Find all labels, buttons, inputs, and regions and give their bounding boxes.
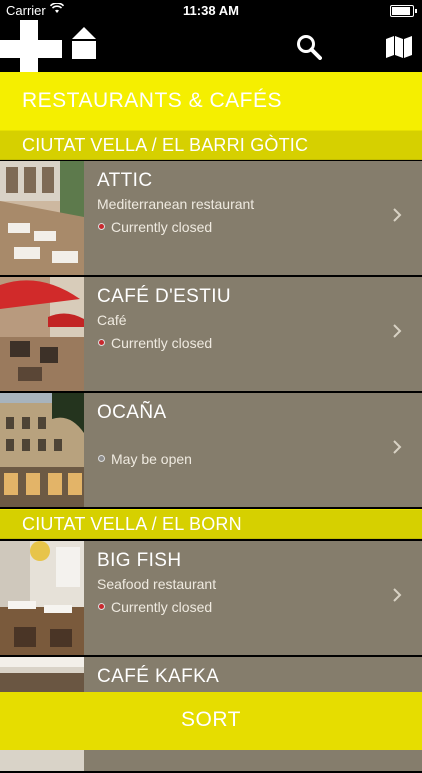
status-dot-icon <box>98 223 105 230</box>
status-text: Currently closed <box>111 599 213 615</box>
item-name: CAFÉ D'ESTIU <box>97 286 232 307</box>
section-header-el-born: CIUTAT VELLA / EL BORN <box>0 509 422 539</box>
restaurant-photo <box>0 277 84 391</box>
status-text: Currently closed <box>111 219 213 235</box>
status-text: May be open <box>111 451 192 467</box>
status-bar: Carrier 11:38 AM <box>0 0 422 22</box>
item-status: Currently closed <box>97 335 212 351</box>
clock: 11:38 AM <box>183 3 239 18</box>
section-title: CIUTAT VELLA / EL BARRI GÒTIC <box>22 135 309 155</box>
chevron-right-icon <box>393 588 402 602</box>
battery-icon <box>390 5 417 17</box>
sort-button[interactable]: SORT <box>0 692 422 750</box>
status-dot-icon <box>98 603 105 610</box>
item-status: Currently closed <box>97 599 212 615</box>
item-status: Currently closed <box>97 219 212 235</box>
page-title-bar: RESTAURANTS & CAFÉS <box>0 72 422 132</box>
item-name: OCAÑA <box>97 402 167 423</box>
restaurant-photo <box>0 541 84 655</box>
item-type: Café <box>97 312 127 328</box>
status-dot-icon <box>98 339 105 346</box>
item-type: Mediterranean restaurant <box>97 196 255 212</box>
list-item-big-fish[interactable]: BIG FISH Seafood restaurant Currently cl… <box>0 541 422 657</box>
chevron-right-icon <box>393 208 402 222</box>
chevron-right-icon <box>393 324 402 338</box>
restaurant-photo <box>0 393 84 507</box>
item-name: BIG FISH <box>97 550 182 571</box>
item-name: ATTIC <box>97 170 153 191</box>
status-dot-icon <box>98 455 105 462</box>
list-item-cafe-destiu[interactable]: CAFÉ D'ESTIU Café Currently closed <box>0 277 422 393</box>
page-title: RESTAURANTS & CAFÉS <box>22 89 282 112</box>
section-header-barri-gotic: CIUTAT VELLA / EL BARRI GÒTIC <box>0 130 422 160</box>
sort-label: SORT <box>181 708 241 731</box>
map-icon[interactable] <box>386 36 412 58</box>
home-icon[interactable] <box>72 27 96 59</box>
status-text: Currently closed <box>111 335 213 351</box>
list-item-ocana[interactable]: OCAÑA May be open <box>0 393 422 509</box>
item-name: CAFÉ KAFKA <box>97 666 220 687</box>
search-icon[interactable] <box>296 34 322 60</box>
navigation-bar <box>0 20 422 82</box>
restaurant-photo <box>0 161 84 275</box>
item-status: May be open <box>97 451 192 467</box>
section-title: CIUTAT VELLA / EL BORN <box>22 514 242 534</box>
list-item-attic[interactable]: ATTIC Mediterranean restaurant Currently… <box>0 161 422 277</box>
item-type: Seafood restaurant <box>97 576 217 592</box>
chevron-right-icon <box>393 440 402 454</box>
